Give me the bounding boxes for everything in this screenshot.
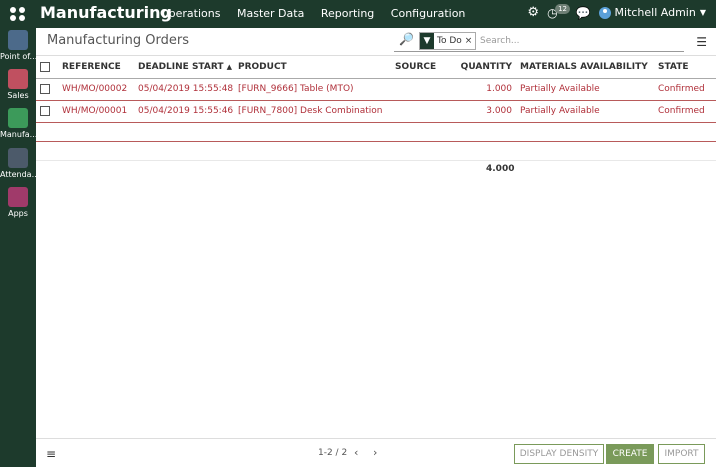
- sidebar-app-label: Sales: [7, 91, 29, 100]
- avatar: [598, 6, 611, 19]
- table-row[interactable]: WH/MO/00001 05/04/2019 15:55:46 [FURN_78…: [36, 100, 716, 123]
- cell-state: Confirmed: [656, 100, 716, 123]
- apps-icon: [8, 187, 28, 207]
- menu-reporting[interactable]: Reporting: [321, 7, 374, 20]
- import-button[interactable]: IMPORT: [658, 444, 705, 464]
- menu-operations[interactable]: Operations: [160, 7, 220, 20]
- activity-count-badge: 12: [555, 3, 570, 14]
- breadcrumb: Manufacturing Orders: [47, 33, 189, 48]
- sidebar-app-label: Attenda...: [0, 170, 36, 179]
- empty-row: [36, 122, 716, 142]
- app-switcher-icon[interactable]: [8, 6, 28, 22]
- cell-source: [393, 100, 449, 123]
- user-menu[interactable]: Mitchell Admin ▼: [598, 6, 706, 19]
- list-view: REFERENCE DEADLINE START ▲ PRODUCT SOURC…: [36, 56, 716, 161]
- systray: ⚙ ◷ 12 💬 Mitchell Admin ▼: [527, 3, 706, 20]
- cell-reference: WH/MO/00001: [60, 100, 136, 123]
- control-panel: Manufacturing Orders 🔎 ▼ To Do × ☰: [36, 28, 716, 56]
- sidebar-app-apps[interactable]: Apps: [0, 187, 36, 218]
- cell-deadline: 05/04/2019 15:55:46: [136, 100, 236, 123]
- factory-icon: [8, 108, 28, 128]
- column-product[interactable]: PRODUCT: [236, 56, 393, 79]
- sidebar-app-label: Point of...: [0, 52, 36, 61]
- row-checkbox[interactable]: [40, 105, 50, 116]
- column-materials-availability[interactable]: MATERIALS AVAILABILITY: [514, 56, 656, 79]
- search-input[interactable]: [480, 33, 678, 49]
- cell-product: [FURN_9666] Table (MTO): [236, 78, 393, 101]
- table-row[interactable]: WH/MO/00002 05/04/2019 15:55:48 [FURN_96…: [36, 78, 716, 101]
- attendance-icon: [8, 148, 28, 168]
- top-navbar: Manufacturing Operations Master Data Rep…: [0, 0, 716, 28]
- app-sidebar: Point of... Sales Manufa... Attenda... A…: [0, 28, 36, 467]
- pager-next-icon[interactable]: ›: [373, 446, 377, 459]
- caret-down-icon: ▼: [699, 8, 706, 17]
- sidebar-app-attendance[interactable]: Attenda...: [0, 148, 36, 179]
- list-view-icon[interactable]: ☰: [696, 35, 707, 49]
- column-label: DEADLINE START: [138, 61, 224, 72]
- create-button[interactable]: CREATE: [606, 444, 654, 464]
- facet-label: To Do: [437, 36, 462, 46]
- sidebar-app-label: Apps: [8, 209, 28, 218]
- row-select-cell: [36, 78, 60, 101]
- cell-quantity: 1.000: [449, 78, 514, 101]
- point-of-sale-icon: [8, 30, 28, 50]
- filter-icon: ▼: [420, 33, 434, 49]
- column-state[interactable]: STATE: [656, 56, 716, 79]
- column-quantity[interactable]: QUANTITY: [449, 56, 514, 79]
- sidebar-app-manufacturing[interactable]: Manufa...: [0, 108, 36, 139]
- cell-reference: WH/MO/00002: [60, 78, 136, 101]
- cell-source: [393, 78, 449, 101]
- pager-previous-icon[interactable]: ‹: [354, 446, 358, 459]
- column-source[interactable]: SOURCE: [393, 56, 449, 79]
- sales-chart-icon: [8, 69, 28, 89]
- menu-master-data[interactable]: Master Data: [237, 7, 304, 20]
- search-facet: ▼ To Do ×: [419, 32, 477, 50]
- cell-availability: Partially Available: [514, 100, 656, 123]
- column-reference[interactable]: REFERENCE: [60, 56, 136, 79]
- table-header-row: REFERENCE DEADLINE START ▲ PRODUCT SOURC…: [36, 56, 716, 79]
- cell-quantity: 3.000: [449, 100, 514, 123]
- menu-toggle-icon[interactable]: ≡: [46, 447, 56, 461]
- app-brand[interactable]: Manufacturing: [40, 3, 172, 22]
- row-select-cell: [36, 100, 60, 123]
- search-icon[interactable]: 🔎: [399, 32, 414, 46]
- cell-availability: Partially Available: [514, 78, 656, 101]
- cell-deadline: 05/04/2019 15:55:48: [136, 78, 236, 101]
- remove-facet-icon[interactable]: ×: [465, 36, 476, 46]
- row-checkbox[interactable]: [40, 83, 50, 94]
- select-all-checkbox[interactable]: [40, 61, 50, 72]
- sidebar-app-sales[interactable]: Sales: [0, 69, 36, 100]
- main-menu: Operations Master Data Reporting Configu…: [160, 7, 478, 20]
- cell-product: [FURN_7800] Desk Combination: [236, 100, 393, 123]
- gear-icon[interactable]: ⚙: [527, 5, 539, 20]
- select-all-header: [36, 56, 60, 79]
- user-name: Mitchell Admin: [614, 6, 696, 19]
- column-deadline-start[interactable]: DEADLINE START ▲: [136, 56, 236, 79]
- sidebar-app-label: Manufa...: [0, 130, 36, 139]
- chat-icon[interactable]: 💬: [576, 6, 591, 20]
- empty-row: [36, 141, 716, 161]
- pager-value[interactable]: 1-2 / 2: [318, 448, 347, 458]
- sidebar-app-point-of-sale[interactable]: Point of...: [0, 30, 36, 61]
- activity-clock-icon[interactable]: ◷ 12: [547, 3, 570, 20]
- sort-ascending-icon: ▲: [226, 62, 233, 71]
- orders-table: REFERENCE DEADLINE START ▲ PRODUCT SOURC…: [36, 56, 716, 161]
- cell-state: Confirmed: [656, 78, 716, 101]
- menu-configuration[interactable]: Configuration: [391, 7, 466, 20]
- display-density-button[interactable]: DISPLAY DENSITY: [514, 444, 604, 464]
- search-bar: 🔎 ▼ To Do ×: [394, 31, 684, 52]
- quantity-total: 4.000: [486, 164, 515, 174]
- bottom-bar: ≡ 1-2 / 2 ‹ › DISPLAY DENSITY CREATE IMP…: [36, 438, 716, 467]
